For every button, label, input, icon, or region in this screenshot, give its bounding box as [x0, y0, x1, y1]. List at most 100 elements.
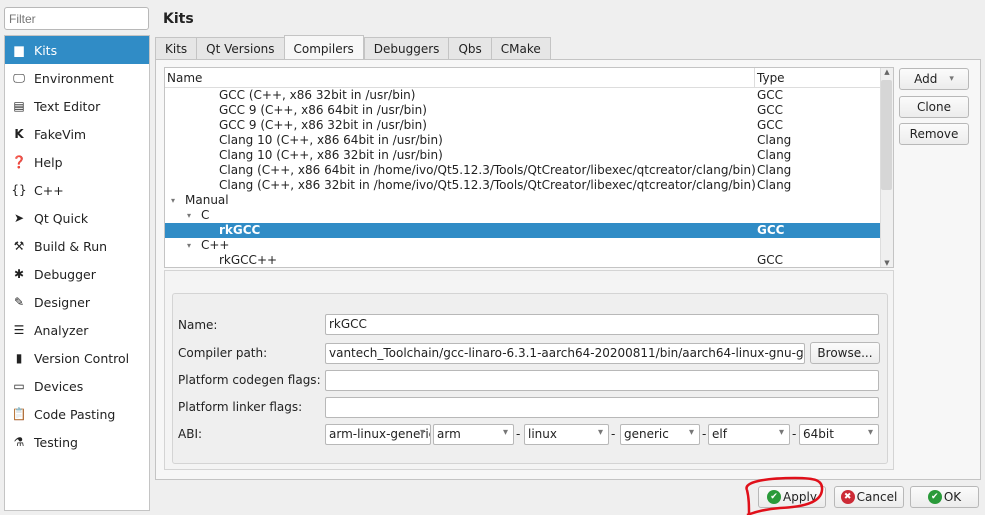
- row-name: GCC 9 (C++, x86 32bit in /usr/bin): [219, 118, 427, 132]
- tree-row[interactable]: Clang 10 (C++, x86 64bit in /usr/bin) Cla…: [165, 133, 893, 148]
- cancel-label: Cancel: [856, 490, 898, 504]
- row-name: Clang (C++, x86 64bit in /home/ivo/Qt5.1…: [219, 163, 756, 177]
- row-type: Clang: [757, 133, 792, 147]
- devices-icon: ▭: [13, 379, 25, 393]
- abi-combo[interactable]: arm-linux-generic: [325, 424, 431, 445]
- linker-flags-label: Platform linker flags:: [178, 400, 303, 414]
- abi-architecture-combo[interactable]: arm: [433, 424, 514, 445]
- sidebar-item-label: Environment: [34, 70, 114, 86]
- sidebar-item-environment[interactable]: 🖵 Environment: [5, 64, 149, 92]
- row-name: GCC (C++, x86 32bit in /usr/bin): [219, 88, 416, 102]
- tab-compilers[interactable]: Compilers: [283, 35, 364, 59]
- sidebar-item-label: Debugger: [34, 266, 96, 282]
- tree-row[interactable]: ▾ Manual: [165, 193, 893, 208]
- expand-arrow-icon[interactable]: ▾: [187, 208, 191, 223]
- sidebar-item-designer[interactable]: ✎ Designer: [5, 288, 149, 316]
- braces-icon: {}: [11, 183, 27, 197]
- name-input[interactable]: rkGCC: [325, 314, 879, 335]
- filter-input[interactable]: [4, 7, 149, 30]
- column-header-type[interactable]: Type: [755, 68, 787, 87]
- sidebar-item-label: FakeVim: [34, 126, 87, 142]
- version-control-icon: ▮: [15, 351, 23, 365]
- codegen-flags-input[interactable]: [325, 370, 879, 391]
- sidebar-item-code-pasting[interactable]: 📋 Code Pasting: [5, 400, 149, 428]
- compiler-tree[interactable]: Name Type GCC (C++, x86 32bit in /usr/bi…: [164, 67, 894, 268]
- sidebar-item-devices[interactable]: ▭ Devices: [5, 372, 149, 400]
- cancel-button[interactable]: ✖ Cancel: [834, 486, 904, 508]
- scrollbar-thumb[interactable]: [881, 80, 892, 190]
- linker-flags-input[interactable]: [325, 397, 879, 418]
- sidebar-item-qt-quick[interactable]: ➤ Qt Quick: [5, 204, 149, 232]
- add-button[interactable]: Add ▾: [899, 68, 969, 90]
- sidebar-item-label: Designer: [34, 294, 90, 310]
- chevron-down-icon: ▾: [949, 74, 954, 84]
- tree-row[interactable]: ▾ C: [165, 208, 893, 223]
- kits-icon: ▆: [14, 43, 24, 57]
- flask-icon: ⚗: [13, 435, 25, 449]
- row-type: GCC: [757, 253, 784, 267]
- remove-button[interactable]: Remove: [899, 123, 969, 145]
- abi-format-combo[interactable]: elf: [708, 424, 790, 445]
- sidebar-item-version-control[interactable]: ▮ Version Control: [5, 344, 149, 372]
- sidebar-item-label: Analyzer: [34, 322, 89, 338]
- sidebar-item-text-editor[interactable]: ▤ Text Editor: [5, 92, 149, 120]
- ok-button[interactable]: ✔ OK: [910, 486, 979, 508]
- compiler-path-input[interactable]: vantech_Toolchain/gcc-linaro-6.3.1-aarch…: [325, 343, 805, 364]
- tree-row[interactable]: GCC 9 (C++, x86 32bit in /usr/bin) GCC: [165, 118, 893, 133]
- row-name: C++: [201, 238, 230, 252]
- sidebar-item-help[interactable]: ❓ Help: [5, 148, 149, 176]
- pen-icon: ✎: [13, 295, 25, 309]
- page-title: Kits: [163, 11, 194, 27]
- expand-arrow-icon[interactable]: ▾: [187, 238, 191, 253]
- tree-row[interactable]: GCC 9 (C++, x86 64bit in /usr/bin) GCC: [165, 103, 893, 118]
- tree-row[interactable]: Clang 10 (C++, x86 32bit in /usr/bin) Cla…: [165, 148, 893, 163]
- sidebar-item-label: Text Editor: [34, 98, 101, 114]
- clone-button[interactable]: Clone: [899, 96, 969, 118]
- add-label: Add: [914, 72, 938, 86]
- tree-row[interactable]: rkGCC GCC: [165, 223, 893, 238]
- tab-qt-versions[interactable]: Qt Versions: [196, 37, 284, 60]
- column-header-name[interactable]: Name: [165, 68, 755, 87]
- sidebar-item-analyzer[interactable]: ☰ Analyzer: [5, 316, 149, 344]
- tab-debuggers[interactable]: Debuggers: [363, 37, 449, 60]
- clipboard-icon: 📋: [11, 407, 27, 421]
- sidebar: ▆ Kits 🖵 Environment ▤ Text Editor K FakeVim…: [4, 35, 150, 511]
- browse-button[interactable]: Browse...: [810, 342, 880, 364]
- tree-row[interactable]: ▾ C++: [165, 238, 893, 253]
- compiler-path-label: Compiler path:: [178, 346, 268, 360]
- name-label: Name:: [178, 318, 218, 332]
- sidebar-item-testing[interactable]: ⚗ Testing: [5, 428, 149, 456]
- abi-wordwidth-combo[interactable]: 64bit: [799, 424, 879, 445]
- row-type: GCC: [757, 223, 785, 237]
- row-type: GCC: [757, 88, 784, 102]
- sidebar-item-debugger[interactable]: ✱ Debugger: [5, 260, 149, 288]
- row-type: GCC: [757, 118, 784, 132]
- tree-header: Name Type: [165, 68, 893, 88]
- abi-flavor-combo[interactable]: generic: [620, 424, 700, 445]
- sidebar-item-label: Help: [34, 154, 63, 170]
- row-type: Clang: [757, 163, 792, 177]
- tab-qbs[interactable]: Qbs: [448, 37, 491, 60]
- sidebar-item-label: C++: [34, 182, 64, 198]
- sidebar-item-kits[interactable]: ▆ Kits: [5, 36, 149, 64]
- sidebar-item-label: Code Pasting: [34, 406, 116, 422]
- sidebar-item-fakevim[interactable]: K FakeVim: [5, 120, 149, 148]
- abi-os-combo[interactable]: linux: [524, 424, 609, 445]
- row-name: rkGCC++: [219, 253, 278, 267]
- abi-separator: -: [792, 427, 797, 441]
- codegen-flags-label: Platform codegen flags:: [178, 373, 321, 387]
- row-name: rkGCC: [219, 223, 261, 237]
- sidebar-item-label: Devices: [34, 378, 84, 394]
- sidebar-item-label: Version Control: [34, 350, 130, 366]
- tab-cmake[interactable]: CMake: [490, 37, 551, 60]
- red-annotation-circle: [745, 476, 824, 515]
- tree-row[interactable]: Clang (C++, x86 32bit in /home/ivo/Qt5.1…: [165, 178, 893, 193]
- tab-kits[interactable]: Kits: [155, 37, 197, 60]
- row-name: GCC 9 (C++, x86 64bit in /usr/bin): [219, 103, 427, 117]
- tree-row[interactable]: Clang (C++, x86 64bit in /home/ivo/Qt5.1…: [165, 163, 893, 178]
- tree-row[interactable]: GCC (C++, x86 32bit in /usr/bin) GCC: [165, 88, 893, 103]
- sidebar-item-build-run[interactable]: ⚒ Build & Run: [5, 232, 149, 260]
- expand-arrow-icon[interactable]: ▾: [171, 193, 175, 208]
- sidebar-item-cpp[interactable]: {} C++: [5, 176, 149, 204]
- tree-row[interactable]: rkGCC++ GCC: [165, 253, 893, 267]
